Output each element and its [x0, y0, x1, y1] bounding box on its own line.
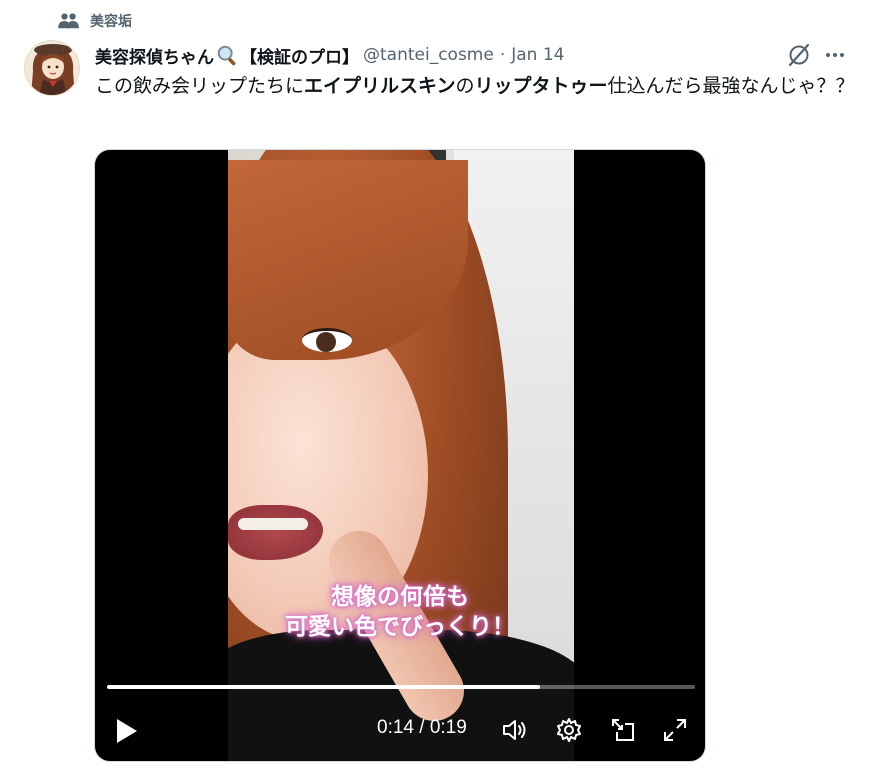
- community-label[interactable]: 美容垢: [90, 11, 132, 31]
- eye: [302, 328, 352, 352]
- pip-icon[interactable]: [609, 716, 637, 744]
- more-dot: [833, 53, 837, 57]
- tweet-text: この飲み会リップたちにエイプリルスキンのリップタトゥー仕込んだら最強なんじゃ？？: [95, 72, 855, 100]
- video-time: 0:14 / 0:19: [377, 717, 467, 738]
- video-player[interactable]: 想像の何倍も 可愛い色でびっくり！ 0:14 / 0:19: [94, 149, 706, 762]
- more-dot: [826, 53, 830, 57]
- author-handle[interactable]: @tantei_cosme: [363, 45, 494, 65]
- video-frame[interactable]: [228, 150, 574, 761]
- avatar-illustration: [25, 41, 79, 95]
- video-caption: 想像の何倍も 可愛い色でびっくり！: [265, 582, 535, 642]
- tweet-text-part: この飲み会リップたちに: [95, 75, 305, 97]
- progress-bar[interactable]: [107, 685, 695, 689]
- author-name-suffix[interactable]: 【検証のプロ】: [240, 43, 359, 68]
- magnifier-emoji-icon: [217, 45, 236, 66]
- caption-line-2: 可愛い色でびっくり！: [285, 613, 515, 640]
- teeth: [238, 518, 308, 530]
- community-icon: [58, 13, 79, 29]
- community-header[interactable]: 美容垢: [58, 10, 132, 32]
- caption-line-1: 想像の何倍も: [331, 583, 469, 610]
- avatar[interactable]: [24, 40, 80, 96]
- tweet-text-bold: リップタトゥー: [474, 75, 608, 97]
- more-icon[interactable]: [826, 46, 852, 64]
- tweet-text-bold: エイプリルスキン: [304, 75, 456, 97]
- grok-icon[interactable]: [786, 42, 812, 68]
- volume-icon[interactable]: [500, 716, 528, 744]
- progress-fill: [107, 685, 541, 689]
- separator-dot: ·: [499, 45, 506, 65]
- tweet-text-part: の: [455, 75, 475, 97]
- fullscreen-icon[interactable]: [661, 716, 689, 744]
- play-icon[interactable]: [113, 716, 141, 746]
- settings-icon[interactable]: [555, 716, 583, 744]
- more-dot: [840, 53, 844, 57]
- tweet-date[interactable]: Jan 14: [511, 45, 564, 65]
- author-name[interactable]: 美容探偵ちゃん: [95, 43, 214, 68]
- tweet-header: 美容探偵ちゃん 【検証のプロ】 @tantei_cosme · Jan 14: [95, 42, 565, 68]
- tweet-text-part: 仕込んだら最強なんじゃ？？: [607, 75, 855, 97]
